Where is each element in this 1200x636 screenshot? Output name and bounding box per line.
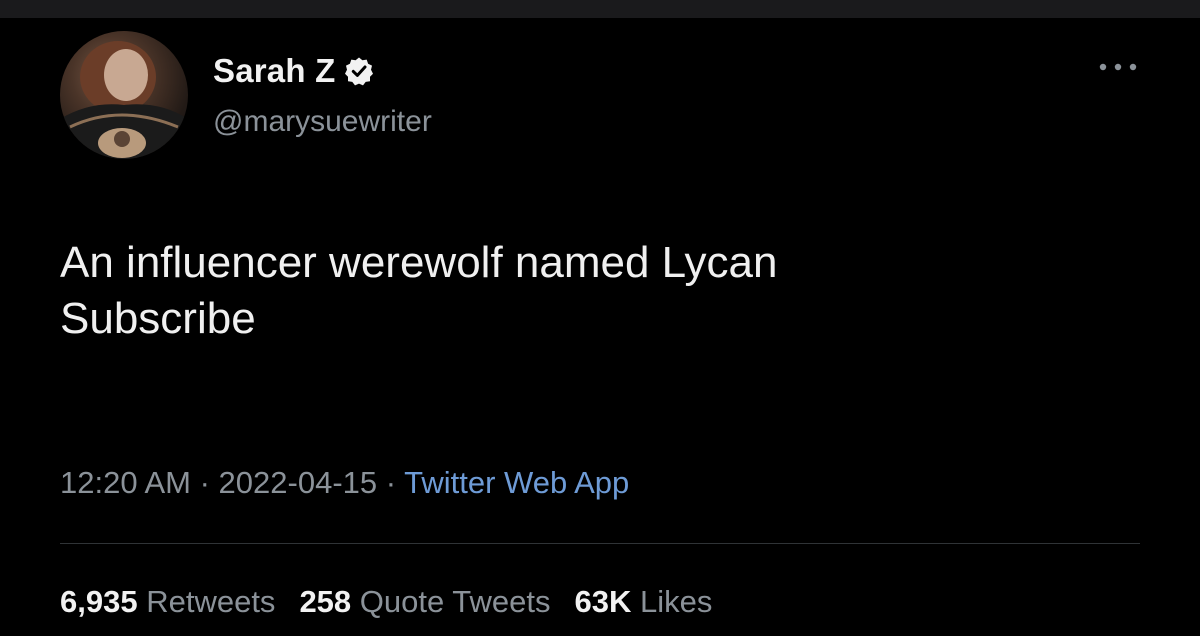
window-top-bar — [0, 0, 1200, 18]
likes-count: 63K — [574, 584, 632, 619]
author-handle[interactable]: @marysuewriter — [213, 105, 432, 139]
tweet-source-link[interactable]: Twitter Web App — [404, 465, 629, 500]
tweet-time[interactable]: 12:20 AM — [60, 465, 191, 500]
quote-tweets-stat[interactable]: 258 Quote Tweets — [299, 584, 550, 619]
retweets-count: 6,935 — [60, 584, 138, 619]
tweet-text-line: An influencer werewolf named Lycan — [60, 238, 778, 287]
likes-stat[interactable]: 63K Likes — [575, 584, 713, 619]
tweet-text-line: Subscribe — [60, 294, 256, 343]
profile-photo-icon — [60, 41, 188, 159]
tweet-date[interactable]: 2022-04-15 — [219, 465, 378, 500]
tweet-card: Sarah Z @marysuewriter An influencer wer… — [0, 18, 1200, 636]
likes-label: Likes — [640, 584, 713, 619]
author-name-row: Sarah Z — [213, 49, 374, 93]
more-options-icon[interactable] — [1097, 60, 1139, 72]
tweet-text: An influencer werewolf named Lycan Subsc… — [60, 235, 1140, 347]
meta-separator: · — [377, 465, 405, 500]
avatar[interactable] — [60, 31, 188, 159]
display-name[interactable]: Sarah Z — [213, 52, 335, 90]
meta-separator: · — [190, 465, 219, 500]
verified-badge-icon — [344, 56, 374, 86]
retweets-label: Retweets — [146, 584, 276, 619]
quote-tweets-count: 258 — [299, 584, 352, 619]
quote-tweets-label: Quote Tweets — [359, 584, 551, 619]
tweet-stats: 6,935 Retweets 258 Quote Tweets 63K Likes — [60, 584, 712, 620]
tweet-meta: 12:20 AM · 2022-04-15 · Twitter Web App — [60, 465, 629, 501]
retweets-stat[interactable]: 6,935 Retweets — [60, 584, 275, 619]
divider — [60, 543, 1140, 544]
